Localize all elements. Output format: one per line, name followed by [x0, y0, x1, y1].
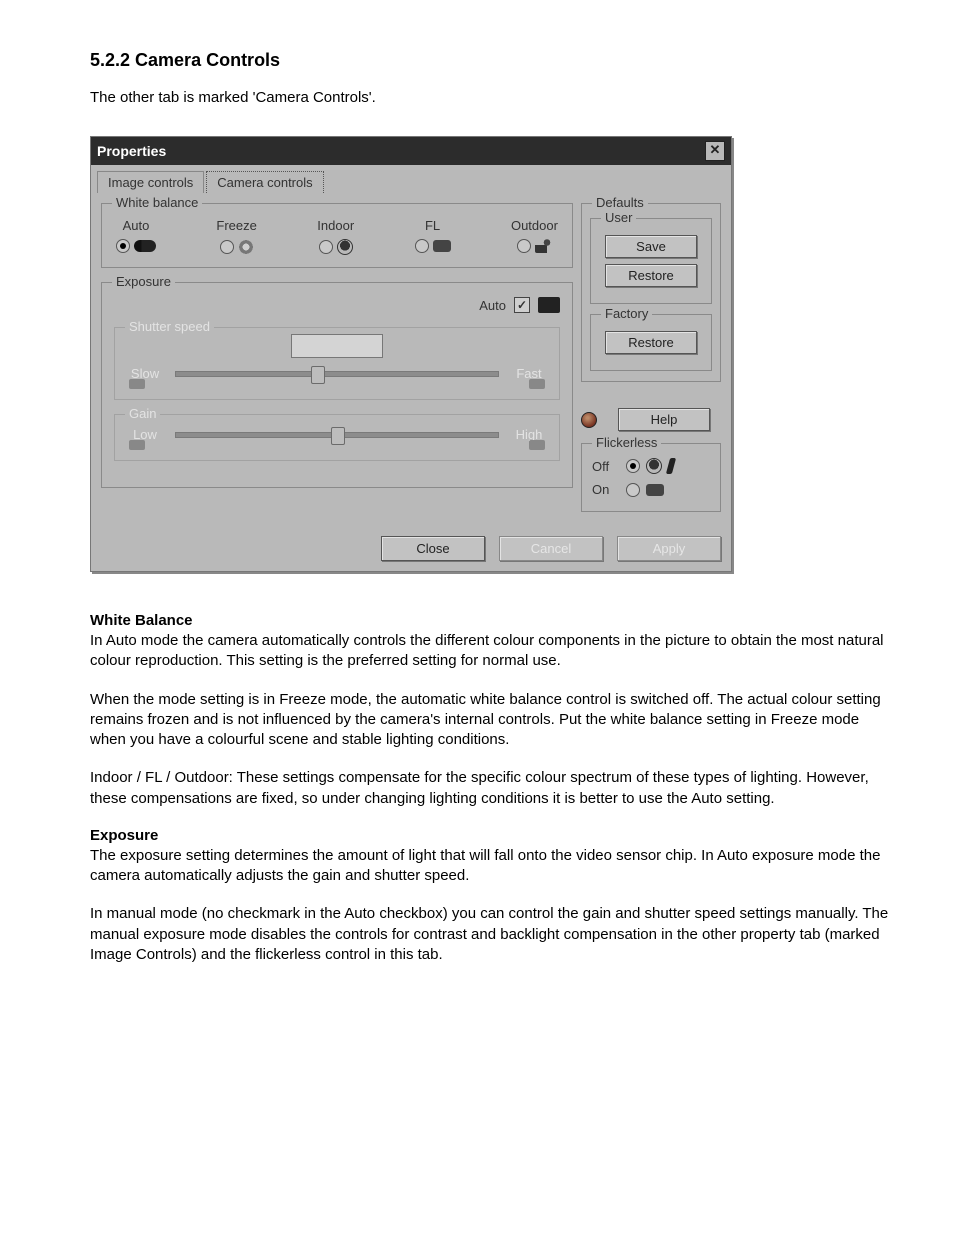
tab-camera-controls[interactable]: Camera controls [206, 171, 323, 193]
wb-freeze-label: Freeze [216, 218, 256, 233]
tab-row: Image controls Camera controls [91, 165, 731, 193]
radio-icon[interactable] [319, 240, 333, 254]
flickerless-off-label: Off [592, 459, 620, 474]
gain-slider[interactable] [175, 432, 499, 438]
snowflake-icon [238, 239, 254, 255]
slider-thumb[interactable] [331, 427, 345, 445]
bulb-icon [646, 458, 662, 474]
wb-option-indoor[interactable]: Indoor [317, 218, 354, 255]
restore-factory-button[interactable]: Restore [605, 331, 697, 354]
defaults-factory-group: Factory Restore [590, 314, 712, 371]
intro-text: The other tab is marked 'Camera Controls… [90, 89, 894, 106]
wb-auto-label: Auto [123, 218, 150, 233]
wb-option-freeze[interactable]: Freeze [216, 218, 256, 255]
wb-indoor-label: Indoor [317, 218, 354, 233]
shutter-speed-group: Shutter speed Slow Fast [114, 327, 560, 400]
help-button[interactable]: Help [618, 408, 710, 431]
save-button[interactable]: Save [605, 235, 697, 258]
defaults-user-legend: User [601, 210, 636, 225]
radio-icon[interactable] [415, 239, 429, 253]
cancel-button[interactable]: Cancel [499, 536, 603, 561]
tab-image-controls[interactable]: Image controls [97, 171, 204, 193]
defaults-user-group: User Save Restore [590, 218, 712, 304]
white-balance-paragraph-2: When the mode setting is in Freeze mode,… [90, 690, 894, 751]
dialog-button-bar: Close Cancel Apply [91, 526, 731, 571]
wb-option-outdoor[interactable]: Outdoor [511, 218, 558, 255]
bulb-icon [337, 239, 353, 255]
shutter-readout [291, 334, 383, 358]
defaults-legend: Defaults [592, 195, 648, 210]
section-heading: 5.2.2 Camera Controls [90, 50, 894, 71]
white-balance-heading: White Balance [90, 612, 894, 629]
wb-outdoor-label: Outdoor [511, 218, 558, 233]
gain-low-icon [129, 440, 145, 450]
camera-icon [538, 297, 560, 313]
radio-icon[interactable] [626, 483, 640, 497]
indicator-led-icon [581, 412, 597, 428]
shutter-speed-legend: Shutter speed [125, 319, 214, 334]
exposure-paragraph-1: The exposure setting determines the amou… [90, 846, 894, 887]
radio-icon[interactable] [220, 240, 234, 254]
exposure-legend: Exposure [112, 274, 175, 289]
exposure-auto-checkbox[interactable]: ✓ [514, 297, 530, 313]
titlebar: Properties ✕ [91, 137, 731, 165]
properties-dialog: Properties ✕ Image controls Camera contr… [90, 136, 732, 572]
flickerless-on-option[interactable]: On [590, 478, 712, 501]
flickerless-group: Flickerless Off On [581, 443, 721, 512]
fast-icon [529, 379, 545, 389]
flickerless-legend: Flickerless [592, 435, 661, 450]
auto-icon [134, 240, 156, 252]
gain-group: Gain Low High [114, 414, 560, 461]
wb-fl-label: FL [425, 218, 440, 233]
wb-option-fl[interactable]: FL [415, 218, 451, 255]
exposure-group: Exposure Auto ✓ Shutter speed Slow [101, 282, 573, 488]
titlebar-title: Properties [97, 143, 705, 159]
fluorescent-icon [646, 484, 664, 496]
white-balance-legend: White balance [112, 195, 202, 210]
flickerless-off-option[interactable]: Off [590, 454, 712, 478]
defaults-group: Defaults User Save Restore Factory Resto… [581, 203, 721, 382]
close-icon[interactable]: ✕ [705, 141, 725, 161]
flickerless-on-label: On [592, 482, 620, 497]
slow-icon [129, 379, 145, 389]
exposure-auto-label: Auto [479, 298, 506, 313]
exposure-paragraph-2: In manual mode (no checkmark in the Auto… [90, 904, 894, 965]
apply-button[interactable]: Apply [617, 536, 721, 561]
slider-thumb[interactable] [311, 366, 325, 384]
wb-option-auto[interactable]: Auto [116, 218, 156, 255]
white-balance-group: White balance Auto Freeze [101, 203, 573, 268]
gain-high-icon [529, 440, 545, 450]
fluorescent-icon [433, 240, 451, 252]
radio-icon[interactable] [517, 239, 531, 253]
white-balance-paragraph-3: Indoor / FL / Outdoor: These settings co… [90, 768, 894, 809]
defaults-factory-legend: Factory [601, 306, 652, 321]
white-balance-paragraph-1: In Auto mode the camera automatically co… [90, 631, 894, 672]
gain-legend: Gain [125, 406, 160, 421]
close-button[interactable]: Close [381, 536, 485, 561]
restore-user-button[interactable]: Restore [605, 264, 697, 287]
radio-icon[interactable] [116, 239, 130, 253]
sun-icon [535, 239, 551, 253]
exposure-heading: Exposure [90, 827, 894, 844]
slash-icon [666, 458, 676, 474]
radio-icon[interactable] [626, 459, 640, 473]
shutter-slider[interactable] [175, 371, 499, 377]
